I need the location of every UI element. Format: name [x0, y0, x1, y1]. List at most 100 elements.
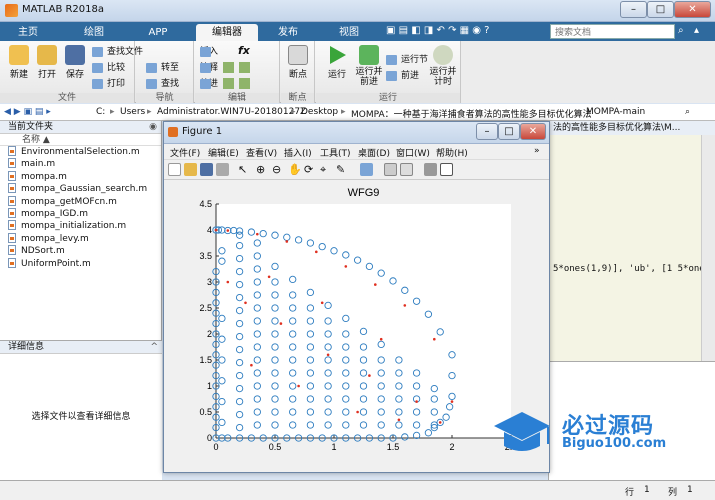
menu-insert[interactable]: 插入(I) — [284, 146, 312, 159]
file-item[interactable]: main.m — [0, 158, 161, 170]
run-section-button[interactable]: 运行节 — [386, 53, 428, 67]
data-cursor-icon[interactable]: ⌖ — [320, 163, 333, 176]
menu-help[interactable]: 帮助(H) — [436, 146, 468, 159]
find-button[interactable]: 查找 — [146, 77, 179, 91]
link-plot-icon[interactable] — [360, 163, 373, 176]
save-button[interactable]: 保存 — [58, 41, 92, 80]
tab-apps[interactable]: APP — [138, 24, 178, 41]
solution-point — [256, 232, 259, 236]
tab-view[interactable]: 视图 — [329, 24, 369, 41]
rotate-icon[interactable]: ⟳ — [304, 163, 317, 176]
solution-point — [285, 240, 289, 243]
minimize-button[interactable]: – — [620, 1, 647, 18]
tab-plots[interactable]: 绘图 — [74, 24, 114, 41]
figure-minimize-button[interactable]: – — [476, 123, 498, 140]
tab-publish[interactable]: 发布 — [268, 24, 308, 41]
menu-window[interactable]: 窗口(W) — [396, 146, 430, 159]
path-segment[interactable]: MOMPA：一种基于海洋捕食者算法的高性能多目标优化算法 — [351, 107, 592, 120]
group-run: 运行 运行并 前进 运行节 前进 运行并 计时 运行 — [316, 41, 461, 103]
save-figure-icon[interactable] — [200, 163, 213, 176]
file-item[interactable]: mompa_getMOFcn.m — [0, 195, 161, 208]
figure-maximize-button[interactable]: □ — [498, 123, 520, 140]
print-button[interactable]: 打印 — [92, 77, 125, 91]
menu-tools[interactable]: 工具(T) — [320, 146, 351, 159]
group-breakpoints-label: 断点 — [281, 93, 314, 103]
new-figure-icon[interactable] — [168, 163, 181, 176]
panel-menu-icon[interactable]: ◉ — [149, 121, 157, 134]
pointer-icon[interactable]: ↖ — [238, 163, 251, 176]
nav-buttons[interactable]: ◀ ▶ ▣ ▤ ▸ — [4, 107, 51, 117]
edit-icons[interactable] — [223, 61, 271, 89]
tab-editor[interactable]: 编辑器 — [196, 24, 258, 41]
path-segment[interactable]: C: — [96, 107, 105, 117]
path-segment[interactable]: Users — [120, 107, 145, 117]
file-item[interactable]: mompa_levy.m — [0, 232, 161, 245]
run-time-button[interactable]: 运行并 计时 — [426, 41, 460, 87]
name-column-header[interactable]: 名称 ▲ — [0, 134, 161, 146]
path-segment[interactable]: Administrator.WIN7U-20180127Z — [157, 107, 306, 117]
window-title: MATLAB R2018a — [22, 4, 105, 15]
legend-icon[interactable] — [400, 163, 413, 176]
path-separator: ▸ — [291, 107, 296, 117]
editor-scrollbar[interactable] — [701, 135, 715, 361]
breakpoints-button[interactable]: 断点 — [281, 41, 315, 80]
breakpoint-icon — [288, 45, 308, 65]
details-message: 选择文件以查看详细信息 — [31, 412, 131, 422]
path-segment[interactable]: Desktop — [301, 107, 338, 117]
tab-home[interactable]: 主页 — [8, 24, 48, 41]
show-tools-icon[interactable] — [440, 163, 453, 176]
search-input[interactable] — [550, 24, 675, 39]
comment-button[interactable]: 注释 — [200, 61, 218, 75]
solution-point — [415, 400, 418, 403]
brush-icon[interactable]: ✎ — [336, 163, 349, 176]
figure-menubar: 文件(F) 编辑(E) 查看(V) 插入(I) 工具(T) 桌面(D) 窗口(W… — [164, 144, 549, 160]
file-item[interactable]: UniformPoint.m — [0, 257, 161, 270]
menu-edit[interactable]: 编辑(E) — [208, 146, 239, 159]
y-tick-label: 0 — [207, 433, 212, 443]
solution-point — [438, 421, 442, 424]
compare-button[interactable]: 比较 — [92, 61, 125, 75]
file-item[interactable]: EnvironmentalSelection.m — [0, 146, 161, 158]
run-icon — [330, 46, 346, 64]
matlab-file-icon — [8, 257, 16, 268]
run-advance-button[interactable]: 运行并 前进 — [352, 41, 386, 87]
editor-tab[interactable]: 法的高性能多目标优化算法\M... — [549, 121, 715, 135]
x-tick-label: 1.5 — [387, 442, 400, 452]
menu-expand-icon[interactable]: » — [534, 146, 540, 156]
file-item[interactable]: mompa_initialization.m — [0, 220, 161, 232]
print-figure-icon[interactable] — [216, 163, 229, 176]
hide-tools-icon[interactable] — [424, 163, 437, 176]
code-line[interactable]: 5*ones(1,9)], 'ub', [1 5*ones — [553, 264, 710, 274]
close-button[interactable]: ✕ — [674, 1, 711, 18]
solution-point — [250, 363, 253, 367]
file-item[interactable]: mompa_Gaussian_search.m — [0, 183, 161, 195]
outdent-icon — [239, 78, 250, 89]
advance-button[interactable]: 前进 — [386, 69, 419, 83]
file-item[interactable]: mompa.m — [0, 170, 161, 183]
search-icon[interactable]: ⌕ — [678, 25, 684, 36]
details-header[interactable]: 详细信息 ^ — [0, 341, 162, 354]
colorbar-icon[interactable] — [384, 163, 397, 176]
quick-access-toolbar[interactable]: ▣ ▤ ◧ ◨ ↶ ↷ ▦ ◉ ? — [386, 25, 489, 36]
figure-close-button[interactable]: ✕ — [520, 123, 546, 140]
zoom-out-icon[interactable]: ⊖ — [272, 163, 285, 176]
path-segment[interactable]: MOMPA-main — [586, 107, 645, 117]
expand-icon[interactable]: ^ — [150, 341, 158, 354]
zoom-in-icon[interactable]: ⊕ — [256, 163, 269, 176]
insert-button[interactable]: 插入 — [200, 45, 218, 59]
run-button[interactable]: 运行 — [320, 41, 354, 80]
x-tick-label: 2 — [449, 442, 454, 452]
fx-button[interactable]: fx — [238, 44, 250, 57]
pan-icon[interactable]: ✋ — [288, 163, 302, 176]
menu-file[interactable]: 文件(F) — [170, 146, 200, 159]
menu-view[interactable]: 查看(V) — [246, 146, 277, 159]
file-item[interactable]: mompa_IGD.m — [0, 207, 161, 220]
notification-icon[interactable]: ▴ — [694, 25, 699, 36]
file-item[interactable]: NDSort.m — [0, 245, 161, 257]
address-search-icon[interactable]: ⌕ — [685, 107, 690, 117]
open-file-icon[interactable] — [184, 163, 197, 176]
menu-desktop[interactable]: 桌面(D) — [358, 146, 390, 159]
maximize-button[interactable]: □ — [647, 1, 674, 18]
goto-button[interactable]: 转至 — [146, 61, 179, 75]
indent-button[interactable]: 缩进 — [200, 77, 218, 91]
